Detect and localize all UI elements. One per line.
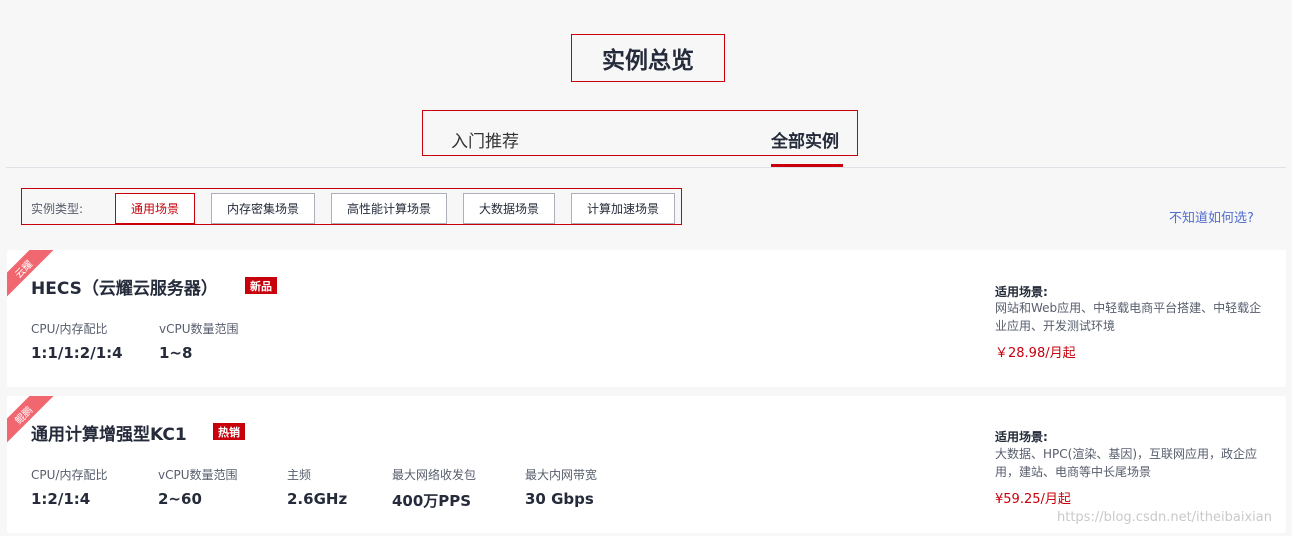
spec-label: 最大内网带宽 [525, 468, 598, 482]
instance-card[interactable]: 云耀 HECS（云耀云服务器） 新品 CPU/内存配比 1:1/1:2/1:4 … [7, 250, 1286, 387]
filter-big-data[interactable]: 大数据场景 [463, 193, 555, 224]
page-title: 实例总览 [602, 48, 694, 74]
spec-label: CPU/内存配比 [31, 468, 108, 482]
filter-general[interactable]: 通用场景 [115, 193, 195, 224]
scenario-description: 大数据、HPC(渲染、基因)，互联网应用，政企应用，建站、电商等中长尾场景 [995, 447, 1258, 479]
filter-compute-accel[interactable]: 计算加速场景 [571, 193, 675, 224]
spec-label: CPU/内存配比 [31, 322, 108, 336]
filter-memory-intensive[interactable]: 内存密集场景 [211, 193, 315, 224]
price: ￥28.98/月起 [995, 346, 1076, 361]
spec-label: vCPU数量范围 [158, 468, 238, 482]
page-title-box: 实例总览 [571, 34, 725, 82]
price: ¥59.25/月起 [995, 492, 1071, 507]
tab-divider [6, 167, 1286, 168]
spec-value: 2~60 [158, 490, 202, 508]
instance-title[interactable]: HECS（云耀云服务器） [31, 274, 218, 299]
spec-value: 2.6GHz [287, 490, 348, 508]
filter-hpc[interactable]: 高性能计算场景 [331, 193, 447, 224]
tab-all-instances[interactable]: 全部实例 [771, 127, 839, 152]
hot-badge: 热销 [213, 423, 245, 440]
scenario-description: 网站和Web应用、中轻载电商平台搭建、中轻载企业应用、开发测试环境 [995, 301, 1262, 333]
new-badge: 新品 [245, 277, 277, 294]
spec-label: vCPU数量范围 [159, 322, 239, 336]
help-link[interactable]: 不知道如何选? [1169, 207, 1254, 226]
scenario-title: 适用场景: [995, 285, 1048, 299]
filter-label: 实例类型: [31, 202, 84, 216]
tab-bar: 入门推荐 全部实例 [422, 110, 858, 156]
spec-value: 400万PPS [392, 492, 472, 510]
instance-type-filter: 实例类型: 通用场景 内存密集场景 高性能计算场景 大数据场景 计算加速场景 [21, 188, 682, 225]
instance-title[interactable]: 通用计算增强型KC1 [31, 420, 187, 445]
spec-value: 30 Gbps [525, 490, 594, 508]
spec-value: 1:2/1:4 [31, 490, 91, 508]
spec-label: 最大网络收发包 [392, 468, 477, 482]
tab-recommended[interactable]: 入门推荐 [451, 127, 519, 152]
spec-label: 主频 [287, 468, 312, 482]
watermark: https://blog.csdn.net/itheibaixian [1057, 510, 1272, 525]
scenario-title: 适用场景: [995, 430, 1048, 444]
spec-value: 1~8 [159, 344, 193, 362]
spec-value: 1:1/1:2/1:4 [31, 344, 123, 362]
